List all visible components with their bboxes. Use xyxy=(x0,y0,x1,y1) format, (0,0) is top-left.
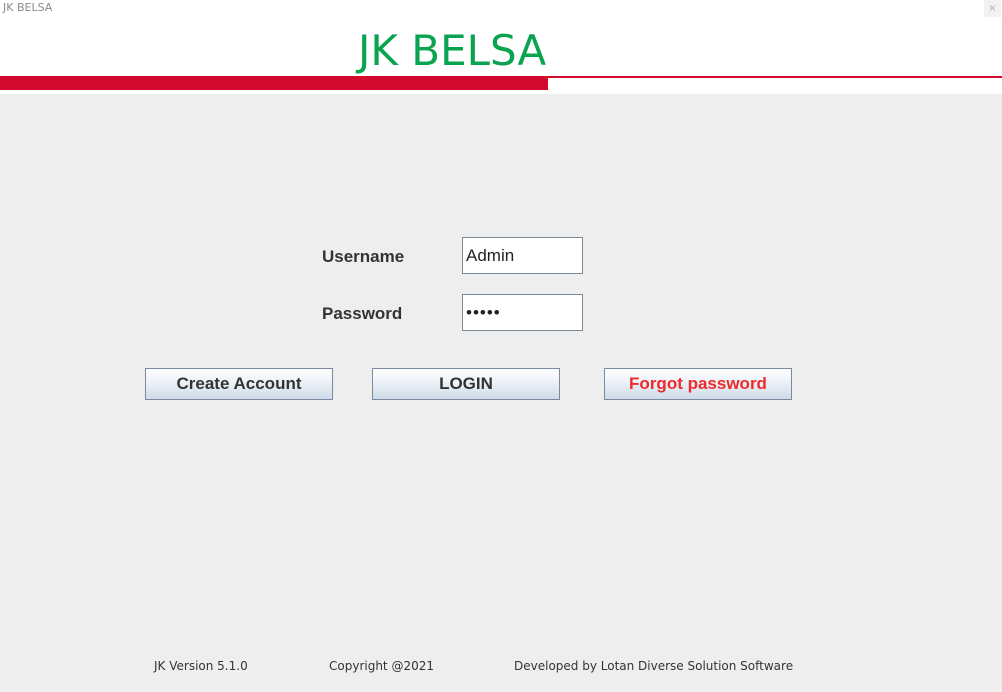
username-label: Username xyxy=(322,247,405,266)
username-input[interactable] xyxy=(462,237,583,274)
close-icon: × xyxy=(988,3,997,14)
login-button[interactable]: LOGIN xyxy=(372,368,560,400)
header-banner: JK BELSA xyxy=(0,18,1002,94)
login-window: JK BELSA × JK BELSA Username Password Cr… xyxy=(0,0,1002,692)
banner-stripe-thin xyxy=(548,76,1002,78)
password-label: Password xyxy=(322,304,403,323)
developer-label: Developed by Lotan Diverse Solution Soft… xyxy=(514,659,794,673)
brand-logo: JK BELSA xyxy=(358,26,547,75)
copyright-label: Copyright @2021 xyxy=(329,659,434,673)
banner-stripe-thick xyxy=(0,76,548,90)
window-title: JK BELSA xyxy=(3,1,53,14)
forgot-password-button[interactable]: Forgot password xyxy=(604,368,792,400)
create-account-button[interactable]: Create Account xyxy=(145,368,333,400)
title-bar: JK BELSA × xyxy=(0,0,1002,18)
close-button[interactable]: × xyxy=(984,0,1001,17)
version-label: JK Version 5.1.0 xyxy=(154,659,248,673)
password-input[interactable] xyxy=(462,294,583,331)
